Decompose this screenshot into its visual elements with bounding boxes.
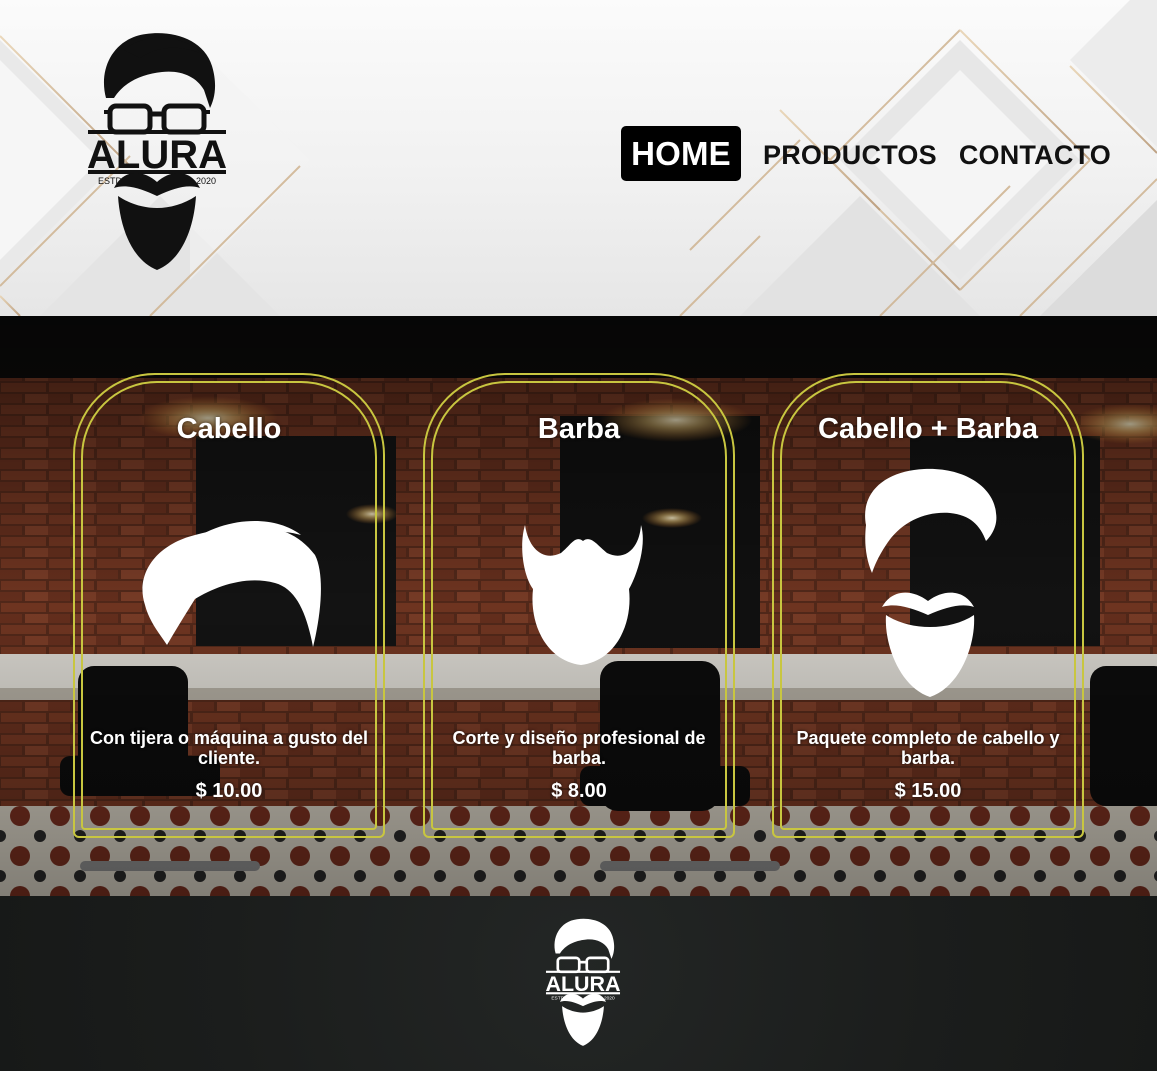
- service-price: $ 10.00: [195, 780, 263, 802]
- service-price: $ 8.00: [551, 780, 607, 802]
- nav-home-link[interactable]: HOME: [621, 125, 741, 181]
- svg-text:2020: 2020: [196, 176, 216, 186]
- site-footer: ALURA ESTD 2020: [0, 896, 1157, 1071]
- hair-icon: [142, 521, 321, 647]
- service-description: Corte y diseño profesional de barba.: [452, 728, 706, 768]
- service-title: Cabello: [176, 413, 282, 445]
- site-header: ALURA ESTD 2020 HOME PRODUCTOS CONTACTO: [0, 0, 1157, 316]
- service-card-cabello[interactable]: Cabello Con tijera o máquina a gusto del…: [73, 373, 385, 838]
- nav-productos-link[interactable]: PRODUCTOS: [763, 140, 937, 171]
- service-card-cabello-barba[interactable]: Cabello + Barba Paquete completo de cabe…: [772, 373, 1084, 838]
- alura-logo-footer[interactable]: ALURA ESTD 2020: [541, 916, 625, 1048]
- service-card-barba[interactable]: Barba Corte y diseño profesional de barb…: [423, 373, 735, 838]
- services-section: Cabello Con tijera o máquina a gusto del…: [0, 316, 1157, 896]
- nav-contacto-link[interactable]: CONTACTO: [959, 140, 1111, 171]
- beard-icon: [522, 525, 643, 665]
- hair-beard-icon: [865, 468, 997, 697]
- service-title: Cabello + Barba: [818, 413, 1038, 445]
- alura-logo[interactable]: ALURA ESTD 2020: [84, 28, 230, 274]
- svg-text:2020: 2020: [604, 996, 615, 1002]
- service-description: Con tijera o máquina a gusto del cliente…: [89, 728, 369, 768]
- service-price: $ 15.00: [894, 780, 962, 802]
- service-title: Barba: [537, 413, 621, 445]
- service-description: Paquete completo de cabello y barba.: [796, 728, 1060, 768]
- main-nav: HOME PRODUCTOS CONTACTO: [621, 125, 1111, 181]
